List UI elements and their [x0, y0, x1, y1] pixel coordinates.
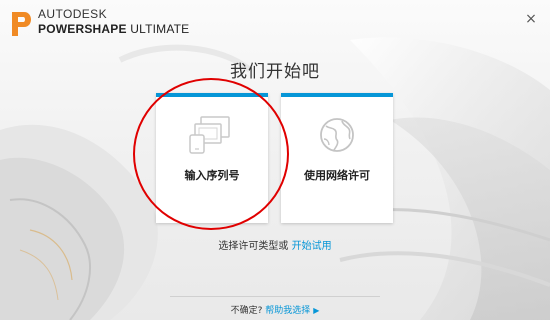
powershape-logo-icon [12, 12, 31, 36]
use-network-license-option[interactable]: 使用网络许可 [281, 93, 393, 223]
brand-company: AUTODESK [38, 7, 107, 21]
installer-window: AUTODESK POWERSHAPE ULTIMATE × 我们开始吧 输入序… [0, 0, 550, 320]
enter-serial-number-option[interactable]: 输入序列号 [156, 93, 268, 223]
enter-serial-number-label: 输入序列号 [184, 169, 240, 182]
play-arrow-icon: ▶ [313, 306, 320, 315]
page-title: 我们开始吧 [230, 62, 320, 82]
footer-divider [170, 296, 380, 297]
unsure-text: 不确定? [230, 306, 263, 316]
license-prompt-text: 选择许可类型或 [218, 241, 289, 252]
help-footer: 不确定? 帮助我选择 ▶ [0, 303, 550, 316]
globe-icon [320, 118, 354, 152]
help-me-choose-link[interactable]: 帮助我选择 [265, 306, 310, 316]
devices-icon [189, 116, 230, 154]
close-button[interactable]: × [524, 12, 538, 26]
brand-product-name: POWERSHAPE [38, 22, 127, 36]
product-brand: AUTODESK POWERSHAPE ULTIMATE [38, 8, 189, 35]
brand-product: POWERSHAPE ULTIMATE [38, 23, 189, 35]
license-type-prompt: 选择许可类型或 开始试用 [0, 237, 550, 252]
brand-product-edition: ULTIMATE [126, 22, 190, 36]
background-artwork [0, 37, 550, 320]
use-network-license-label: 使用网络许可 [304, 169, 370, 182]
start-trial-link[interactable]: 开始试用 [292, 241, 332, 252]
